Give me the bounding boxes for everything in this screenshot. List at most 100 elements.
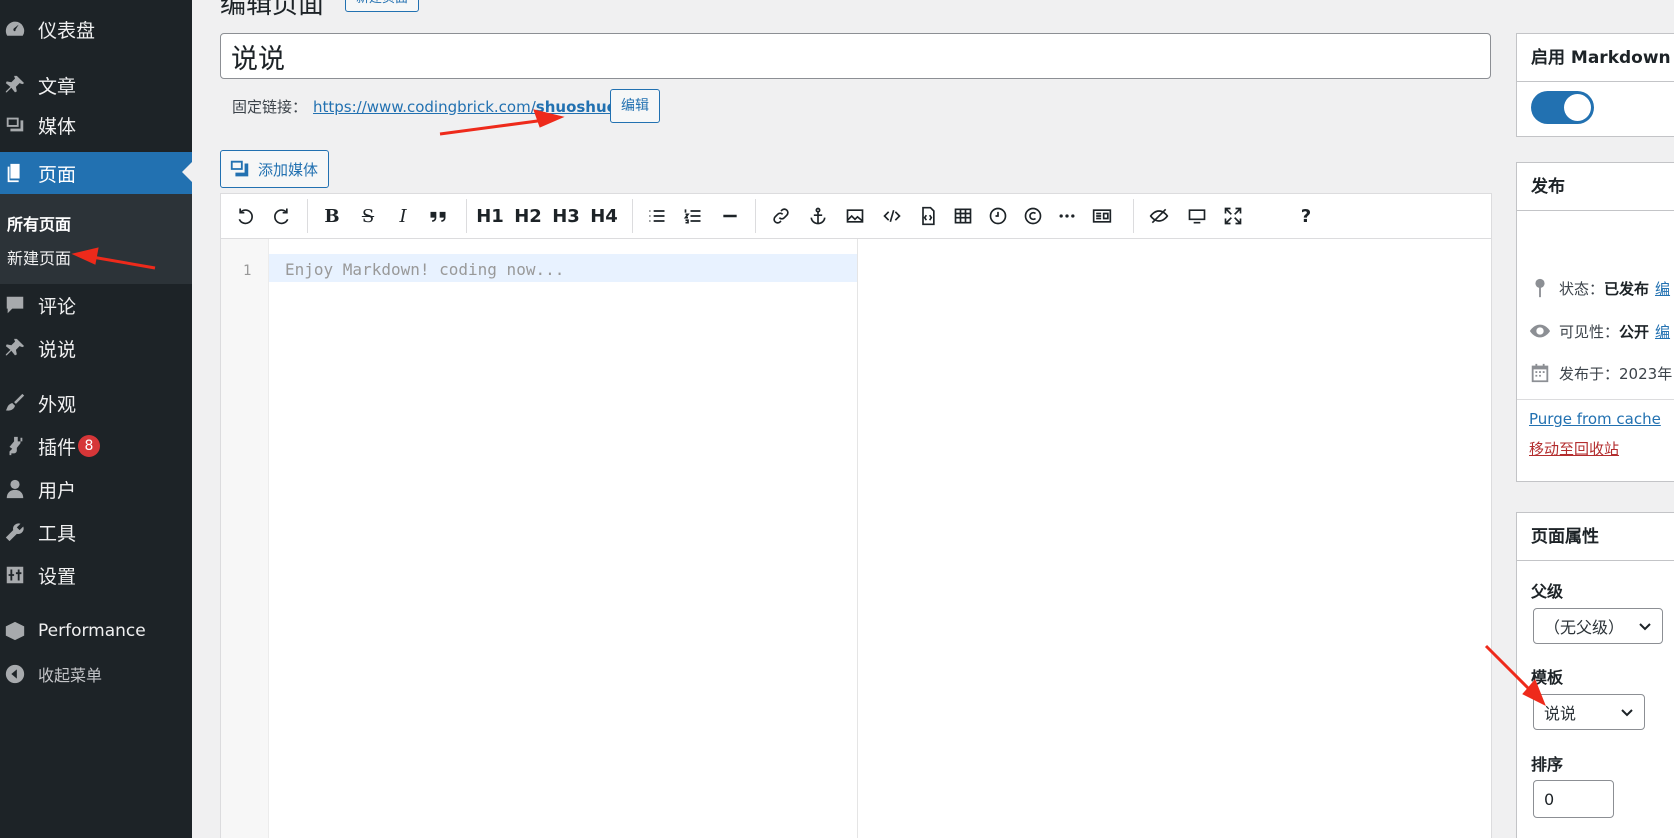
h3-button[interactable]: H3 bbox=[551, 200, 581, 232]
published-date-row: 发布于： 2023年 bbox=[1529, 362, 1672, 384]
italic-button[interactable]: I bbox=[388, 200, 418, 232]
fullscreen-icon[interactable] bbox=[1218, 200, 1248, 232]
collapse-icon bbox=[2, 663, 28, 685]
sidebar-item-settings[interactable]: 设置 bbox=[0, 555, 192, 595]
bold-button[interactable]: B bbox=[317, 200, 347, 232]
publish-panel: 发布 状态： 已发布 编 可见性： 公开 编 发布于： 2023年 Purge … bbox=[1516, 162, 1674, 482]
visibility-value: 公开 bbox=[1619, 322, 1650, 341]
sidebar-item-label: 工具 bbox=[38, 522, 77, 545]
sidebar-item-comments[interactable]: 评论 bbox=[0, 285, 192, 325]
sidebar-item-performance[interactable]: Performance bbox=[0, 611, 192, 651]
markdown-toggle[interactable] bbox=[1531, 91, 1594, 124]
page-icon bbox=[2, 162, 28, 184]
parent-label: 父级 bbox=[1531, 582, 1564, 601]
permalink-link[interactable]: https://www.codingbrick.com/shuoshuo bbox=[313, 98, 617, 116]
strikethrough-button[interactable]: S bbox=[353, 200, 383, 232]
brush-icon bbox=[2, 392, 28, 414]
comment-icon bbox=[2, 294, 28, 316]
preview-icon[interactable] bbox=[1182, 200, 1212, 232]
html-preview-icon[interactable] bbox=[1087, 200, 1117, 232]
sidebar-item-appearance[interactable]: 外观 bbox=[0, 383, 192, 423]
add-new-page-button[interactable]: 新建页面 bbox=[345, 0, 420, 12]
watch-toggle-icon[interactable] bbox=[1144, 200, 1174, 232]
dashboard-icon bbox=[2, 18, 28, 40]
permalink-row: 固定链接： https://www.codingbrick.com/shuosh… bbox=[232, 96, 617, 117]
sidebar-item-pages[interactable]: 页面 bbox=[0, 152, 192, 194]
help-button[interactable]: ? bbox=[1291, 200, 1321, 232]
sidebar-item-label: 设置 bbox=[38, 565, 77, 588]
pin-icon bbox=[2, 337, 28, 359]
markdown-panel: 启用 Markdown bbox=[1516, 33, 1674, 137]
code-icon[interactable] bbox=[877, 200, 907, 232]
ordered-list-icon[interactable] bbox=[678, 200, 708, 232]
post-title-input[interactable] bbox=[220, 33, 1491, 79]
link-icon[interactable] bbox=[766, 200, 796, 232]
line-number: 1 bbox=[243, 263, 252, 279]
publish-panel-title: 发布 bbox=[1517, 163, 1674, 211]
parent-select[interactable]: （无父级） bbox=[1533, 608, 1663, 644]
order-input-value: 0 bbox=[1544, 789, 1555, 809]
sidebar-item-dashboard[interactable]: 仪表盘 bbox=[0, 9, 192, 49]
sidebar-item-label: 文章 bbox=[38, 75, 77, 98]
key-icon bbox=[1535, 278, 1545, 298]
published-label: 发布于： bbox=[1559, 364, 1620, 383]
table-icon[interactable] bbox=[948, 200, 978, 232]
submenu-all-pages[interactable]: 所有页面 bbox=[7, 211, 71, 235]
sidebar-item-shuoshuo[interactable]: 说说 bbox=[0, 328, 192, 368]
permalink-base: https://www.codingbrick.com/ bbox=[313, 97, 536, 116]
plugin-icon bbox=[2, 435, 28, 457]
order-input[interactable]: 0 bbox=[1533, 780, 1614, 818]
edit-slug-button[interactable]: 编辑 bbox=[610, 89, 660, 123]
markdown-input-area[interactable]: Enjoy Markdown! coding now... bbox=[269, 239, 858, 838]
media-icon bbox=[2, 114, 28, 136]
add-media-label: 添加媒体 bbox=[258, 160, 319, 179]
copyright-icon[interactable] bbox=[1018, 200, 1048, 232]
quote-icon[interactable] bbox=[423, 200, 453, 232]
editor-placeholder: Enjoy Markdown! coding now... bbox=[285, 260, 565, 279]
undo-icon[interactable] bbox=[231, 200, 261, 232]
code-block-icon[interactable] bbox=[913, 200, 943, 232]
sidebar-item-label: 收起菜单 bbox=[38, 666, 103, 685]
eye-icon bbox=[1529, 324, 1551, 338]
anchor-icon[interactable] bbox=[803, 200, 833, 232]
sidebar-item-media[interactable]: 媒体 bbox=[0, 105, 192, 145]
permalink-slug: shuoshuo bbox=[535, 97, 617, 116]
status-edit-link[interactable]: 编 bbox=[1655, 278, 1670, 299]
h4-button[interactable]: H4 bbox=[589, 200, 619, 232]
add-media-button[interactable]: 添加媒体 bbox=[220, 150, 330, 188]
permalink-label: 固定链接： bbox=[232, 98, 308, 116]
h2-button[interactable]: H2 bbox=[513, 200, 543, 232]
sidebar-item-label: 外观 bbox=[38, 393, 77, 416]
markdown-editor: B S I H1 H2 H3 H4 ? 1 Enjoy Markdown! co… bbox=[220, 193, 1492, 838]
visibility-edit-link[interactable]: 编 bbox=[1655, 321, 1670, 342]
sidebar-item-users[interactable]: 用户 bbox=[0, 469, 192, 509]
purge-cache-link[interactable]: Purge from cache bbox=[1529, 410, 1661, 428]
sidebar-item-label: 仪表盘 bbox=[38, 19, 96, 42]
template-select-value: 说说 bbox=[1544, 704, 1577, 723]
clock-icon[interactable] bbox=[983, 200, 1013, 232]
markdown-panel-title: 启用 Markdown bbox=[1517, 34, 1674, 82]
sidebar-item-label: 评论 bbox=[38, 295, 77, 318]
redo-icon[interactable] bbox=[266, 200, 296, 232]
published-value: 2023年 bbox=[1619, 364, 1673, 383]
sidebar-item-tools[interactable]: 工具 bbox=[0, 512, 192, 552]
submenu-new-page[interactable]: 新建页面 bbox=[7, 245, 71, 269]
sidebar-item-posts[interactable]: 文章 bbox=[0, 65, 192, 105]
markdown-preview-area bbox=[859, 239, 1491, 838]
order-label: 排序 bbox=[1531, 755, 1564, 774]
template-select[interactable]: 说说 bbox=[1533, 694, 1645, 730]
image-icon[interactable] bbox=[840, 200, 870, 232]
sidebar-item-label: 用户 bbox=[38, 479, 77, 502]
sidebar-item-plugins[interactable]: 插件 8 bbox=[0, 426, 192, 466]
unordered-list-icon[interactable] bbox=[642, 200, 672, 232]
sidebar-item-label: 插件 bbox=[38, 436, 77, 459]
collapse-menu-button[interactable]: 收起菜单 bbox=[0, 654, 192, 694]
h1-button[interactable]: H1 bbox=[475, 200, 505, 232]
performance-icon bbox=[2, 620, 28, 642]
parent-select-value: （无父级） bbox=[1544, 618, 1625, 637]
pin-icon bbox=[2, 74, 28, 96]
horizontal-rule-icon[interactable] bbox=[715, 200, 745, 232]
ellipsis-icon[interactable] bbox=[1052, 200, 1082, 232]
move-to-trash-link[interactable]: 移动至回收站 bbox=[1529, 438, 1619, 459]
visibility-row: 可见性： 公开 编 bbox=[1529, 320, 1670, 342]
